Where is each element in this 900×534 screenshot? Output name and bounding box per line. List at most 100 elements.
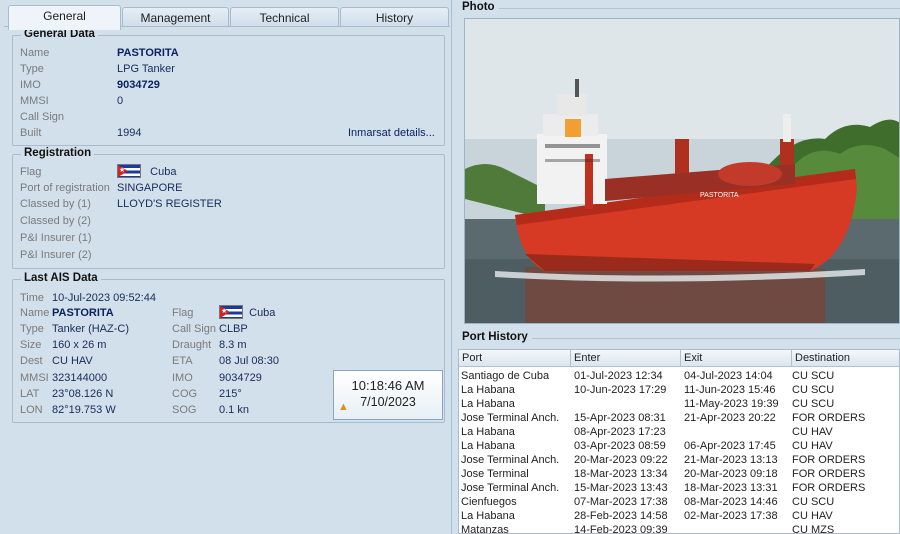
cell-enter: 14-Feb-2023 09:39 xyxy=(574,524,668,534)
registration-title: Registration xyxy=(21,147,95,159)
table-row[interactable]: Jose Terminal Anch. 15-Mar-2023 13:43 18-M… xyxy=(459,481,899,495)
tab-bar: General Management Technical History xyxy=(8,5,450,30)
cell-exit: 21-Apr-2023 20:22 xyxy=(684,412,776,424)
cell-exit: 11-May-2023 19:39 xyxy=(684,398,779,410)
ais-sog-value: 0.1 kn xyxy=(219,404,249,416)
cell-exit: 21-Mar-2023 13:13 xyxy=(684,454,778,466)
pi-insurer-1-label: P&I Insurer (1) xyxy=(20,232,92,244)
table-row[interactable]: Cienfuegos 07-Mar-2023 17:38 08-Mar-2023 1… xyxy=(459,495,899,509)
ais-type-value: Tanker (HAZ-C) xyxy=(52,323,130,335)
cell-port: Jose Terminal xyxy=(461,468,529,480)
left-panel: General Management Technical History Gen… xyxy=(0,0,452,534)
ais-draught-value: 8.3 m xyxy=(219,339,247,351)
table-row[interactable]: Santiago de Cuba 01-Jul-2023 12:34 04-Jul-… xyxy=(459,369,899,383)
table-row[interactable]: Matanzas 14-Feb-2023 09:39 CU MZS xyxy=(459,523,899,534)
clock-time: 10:18:46 AM xyxy=(351,378,425,393)
table-row[interactable]: La Habana 11-May-2023 19:39 CU SCU xyxy=(459,397,899,411)
ais-dest-value: CU HAV xyxy=(52,355,93,367)
cell-enter: 07-Mar-2023 17:38 xyxy=(574,496,668,508)
tab-general[interactable]: General xyxy=(8,5,121,30)
ship-photo[interactable]: PASTORITA xyxy=(464,18,900,324)
ais-type-label: Type xyxy=(20,323,44,335)
cell-destination: CU SCU xyxy=(792,398,835,410)
ais-eta-value: 08 Jul 08:30 xyxy=(219,355,279,367)
built-value: 1994 xyxy=(117,127,142,139)
cell-port: Cienfuegos xyxy=(461,496,517,508)
col-port[interactable]: Port xyxy=(459,350,571,367)
ais-lat-value: 23°08.126 N xyxy=(52,388,114,400)
table-row[interactable]: La Habana 10-Jun-2023 17:29 11-Jun-2023 15… xyxy=(459,383,899,397)
cuba-flag-icon xyxy=(117,164,141,178)
ais-call-sign-label: Call Sign xyxy=(172,323,217,335)
cell-destination: CU HAV xyxy=(792,440,833,452)
photo-divider xyxy=(462,8,900,9)
pi-insurer-2-label: P&I Insurer (2) xyxy=(20,249,92,261)
cell-exit: 04-Jul-2023 14:04 xyxy=(684,370,773,382)
cell-port: Matanzas xyxy=(461,524,509,534)
ais-sog-label: SOG xyxy=(172,404,197,416)
table-row[interactable]: Jose Terminal 18-Mar-2023 13:34 20-Mar-202… xyxy=(459,467,899,481)
port-of-registration-label: Port of registration xyxy=(20,182,110,194)
ais-eta-label: ETA xyxy=(172,355,193,367)
cell-exit: 18-Mar-2023 13:31 xyxy=(684,482,778,494)
cell-exit: 06-Apr-2023 17:45 xyxy=(684,440,776,452)
ais-name-label: Name xyxy=(20,307,50,319)
ais-name-value: PASTORITA xyxy=(52,307,114,319)
col-exit[interactable]: Exit xyxy=(681,350,792,367)
cell-destination: FOR ORDERS xyxy=(792,482,866,494)
ais-lat-label: LAT xyxy=(20,388,40,400)
ais-flag-country: Cuba xyxy=(249,307,276,319)
mmsi-label: MMSI xyxy=(20,95,49,107)
table-row[interactable]: Jose Terminal Anch. 15-Apr-2023 08:31 21-A… xyxy=(459,411,899,425)
cell-exit: 20-Mar-2023 09:18 xyxy=(684,468,778,480)
ais-cog-value: 215° xyxy=(219,388,242,400)
local-time-clock: 10:18:46 AM 7/10/2023 ▲ xyxy=(333,370,443,420)
col-enter[interactable]: Enter xyxy=(571,350,681,367)
general-data-group: General Data Name PASTORITA Type LPG Tan… xyxy=(12,28,445,146)
cell-exit: 11-Jun-2023 15:46 xyxy=(684,384,776,396)
ais-size-value: 160 x 26 m xyxy=(52,339,107,351)
table-row[interactable]: La Habana 28-Feb-2023 14:58 02-Mar-2023 17… xyxy=(459,509,899,523)
col-destination[interactable]: Destination xyxy=(792,350,899,367)
imo-value: 9034729 xyxy=(117,79,160,91)
cell-destination: FOR ORDERS xyxy=(792,412,866,424)
right-panel: Photo PASTORITA Port History Port Enter … xyxy=(453,0,900,534)
ais-imo-label: IMO xyxy=(172,372,193,384)
ais-time-label: Time xyxy=(20,292,45,304)
port-history-table[interactable]: Port Enter Exit Destination Santiago de … xyxy=(458,349,900,534)
ais-size-label: Size xyxy=(20,339,42,351)
name-label: Name xyxy=(20,47,50,59)
clock-date: 7/10/2023 xyxy=(360,395,416,409)
name-value: PASTORITA xyxy=(117,47,179,59)
table-row[interactable]: La Habana 08-Apr-2023 17:23 CU HAV xyxy=(459,425,899,439)
table-row[interactable]: La Habana 03-Apr-2023 08:59 06-Apr-2023 17… xyxy=(459,439,899,453)
cell-port: Jose Terminal Anch. xyxy=(461,482,560,494)
ais-mmsi-value: 323144000 xyxy=(52,372,108,384)
cell-port: Jose Terminal Anch. xyxy=(461,412,560,424)
cell-port: La Habana xyxy=(461,384,515,396)
cell-port: La Habana xyxy=(461,510,515,522)
cell-enter: 10-Jun-2023 17:29 xyxy=(574,384,667,396)
ship-photo-image: PASTORITA xyxy=(465,19,899,323)
table-row[interactable]: Jose Terminal Anch. 20-Mar-2023 09:22 21-M… xyxy=(459,453,899,467)
flag-country: Cuba xyxy=(150,166,177,178)
classed-by-1-value: LLOYD'S REGISTER xyxy=(117,198,222,210)
svg-text:PASTORITA: PASTORITA xyxy=(700,192,739,199)
cell-exit: 02-Mar-2023 17:38 xyxy=(684,510,778,522)
type-label: Type xyxy=(20,63,44,75)
photo-title: Photo xyxy=(462,1,499,13)
registration-group: Registration Flag Cuba Port of registrat… xyxy=(12,147,445,269)
ais-call-sign-value: CLBP xyxy=(219,323,248,335)
ais-data-title: Last AIS Data xyxy=(21,272,101,284)
classed-by-2-label: Classed by (2) xyxy=(20,215,91,227)
cell-port: Santiago de Cuba xyxy=(461,370,550,382)
ais-time-value: 10-Jul-2023 09:52:44 xyxy=(52,292,156,304)
ais-cuba-flag-icon xyxy=(219,305,243,319)
call-sign-label: Call Sign xyxy=(20,111,65,123)
cell-port: La Habana xyxy=(461,426,515,438)
imo-label: IMO xyxy=(20,79,41,91)
cell-enter: 15-Mar-2023 13:43 xyxy=(574,482,668,494)
cell-destination: CU HAV xyxy=(792,426,833,438)
cell-enter: 08-Apr-2023 17:23 xyxy=(574,426,666,438)
inmarsat-details-link[interactable]: Inmarsat details... xyxy=(348,125,435,141)
